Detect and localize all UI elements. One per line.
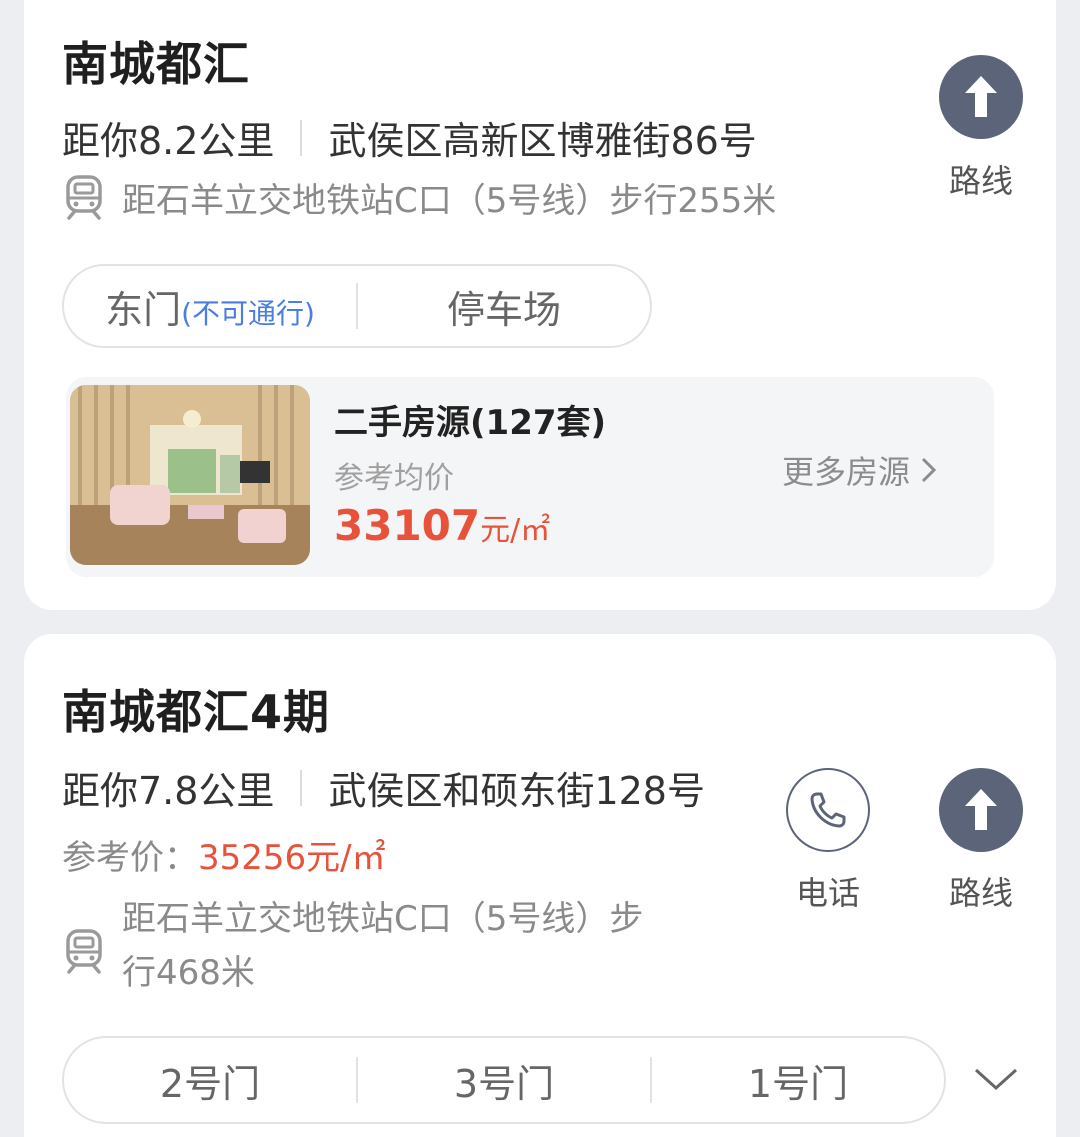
metro-info: 距石羊立交地铁站C口（5号线）步 行468米: [62, 892, 742, 1000]
gate-3[interactable]: 3号门: [358, 1053, 650, 1108]
poi-title: 南城都汇: [62, 37, 250, 91]
distance-text: 距你7.8公里: [62, 769, 275, 813]
gate-selector: 2号门 3号门 1号门: [62, 1036, 946, 1124]
poi-card-1[interactable]: 南城都汇 距你8.2公里 武侯区高新区博雅街86号 距石羊立交地铁站C口（5号线…: [24, 0, 1056, 610]
gate-parking[interactable]: 停车场: [358, 279, 650, 334]
price-label: 参考均价: [334, 461, 454, 496]
divider: [300, 119, 303, 156]
gate-label: 东门: [105, 287, 182, 332]
metro-icon: [66, 175, 102, 220]
poi-info-line: 距你8.2公里 武侯区高新区博雅街86号: [62, 110, 757, 165]
metro-text: 距石羊立交地铁站C口（5号线）步 行468米: [122, 892, 643, 1000]
address-text: 武侯区高新区博雅街86号: [328, 119, 757, 163]
price-label: 参考价：: [62, 838, 198, 878]
metro-line-2: 行468米: [122, 953, 255, 993]
gate-east[interactable]: 东门(不可通行): [64, 279, 356, 334]
metro-icon: [66, 929, 102, 974]
metro-text: 距石羊立交地铁站C口（5号线）步行255米: [122, 181, 777, 221]
route-button[interactable]: [939, 768, 1023, 852]
address-text: 武侯区和硕东街128号: [328, 769, 705, 813]
price-value: 33107: [334, 501, 481, 550]
housing-title: 二手房源(127套): [334, 403, 607, 443]
gate-2[interactable]: 2号门: [64, 1053, 356, 1108]
average-price: 33107元/㎡: [334, 501, 550, 550]
price-value: 35256元/㎡: [198, 838, 386, 878]
route-arrow-icon: [965, 76, 997, 117]
phone-label[interactable]: 电话: [768, 868, 888, 914]
route-label[interactable]: 路线: [921, 156, 1041, 202]
poi-info-line: 距你7.8公里 武侯区和硕东街128号: [62, 760, 705, 815]
gate-selector: 东门(不可通行) 停车场: [62, 264, 652, 348]
house-photo: [70, 385, 310, 565]
route-arrow-icon: [965, 789, 997, 830]
poi-card-2[interactable]: 南城都汇4期 距你7.8公里 武侯区和硕东街128号 参考价：35256元/㎡ …: [24, 634, 1056, 1137]
route-button[interactable]: [939, 55, 1023, 139]
housing-listing[interactable]: 二手房源(127套) 参考均价 33107元/㎡ 更多房源: [66, 377, 994, 577]
more-listings-link[interactable]: 更多房源: [782, 447, 940, 493]
gate-1[interactable]: 1号门: [652, 1053, 944, 1108]
more-label: 更多房源: [782, 453, 911, 491]
phone-button[interactable]: [786, 768, 870, 852]
divider: [300, 769, 303, 806]
reference-price: 参考价：35256元/㎡: [62, 830, 386, 879]
gate-note: (不可通行): [181, 296, 315, 330]
poi-title: 南城都汇4期: [62, 685, 331, 739]
route-label[interactable]: 路线: [921, 868, 1041, 914]
chevron-right-icon: [921, 457, 937, 483]
chevron-down-icon[interactable]: [972, 1064, 1020, 1094]
metro-line-1: 距石羊立交地铁站C口（5号线）步: [122, 899, 644, 939]
phone-icon: [810, 792, 846, 828]
metro-info: 距石羊立交地铁站C口（5号线）步行255米: [62, 174, 776, 228]
distance-text: 距你8.2公里: [62, 119, 275, 163]
price-unit: 元/㎡: [480, 513, 551, 548]
